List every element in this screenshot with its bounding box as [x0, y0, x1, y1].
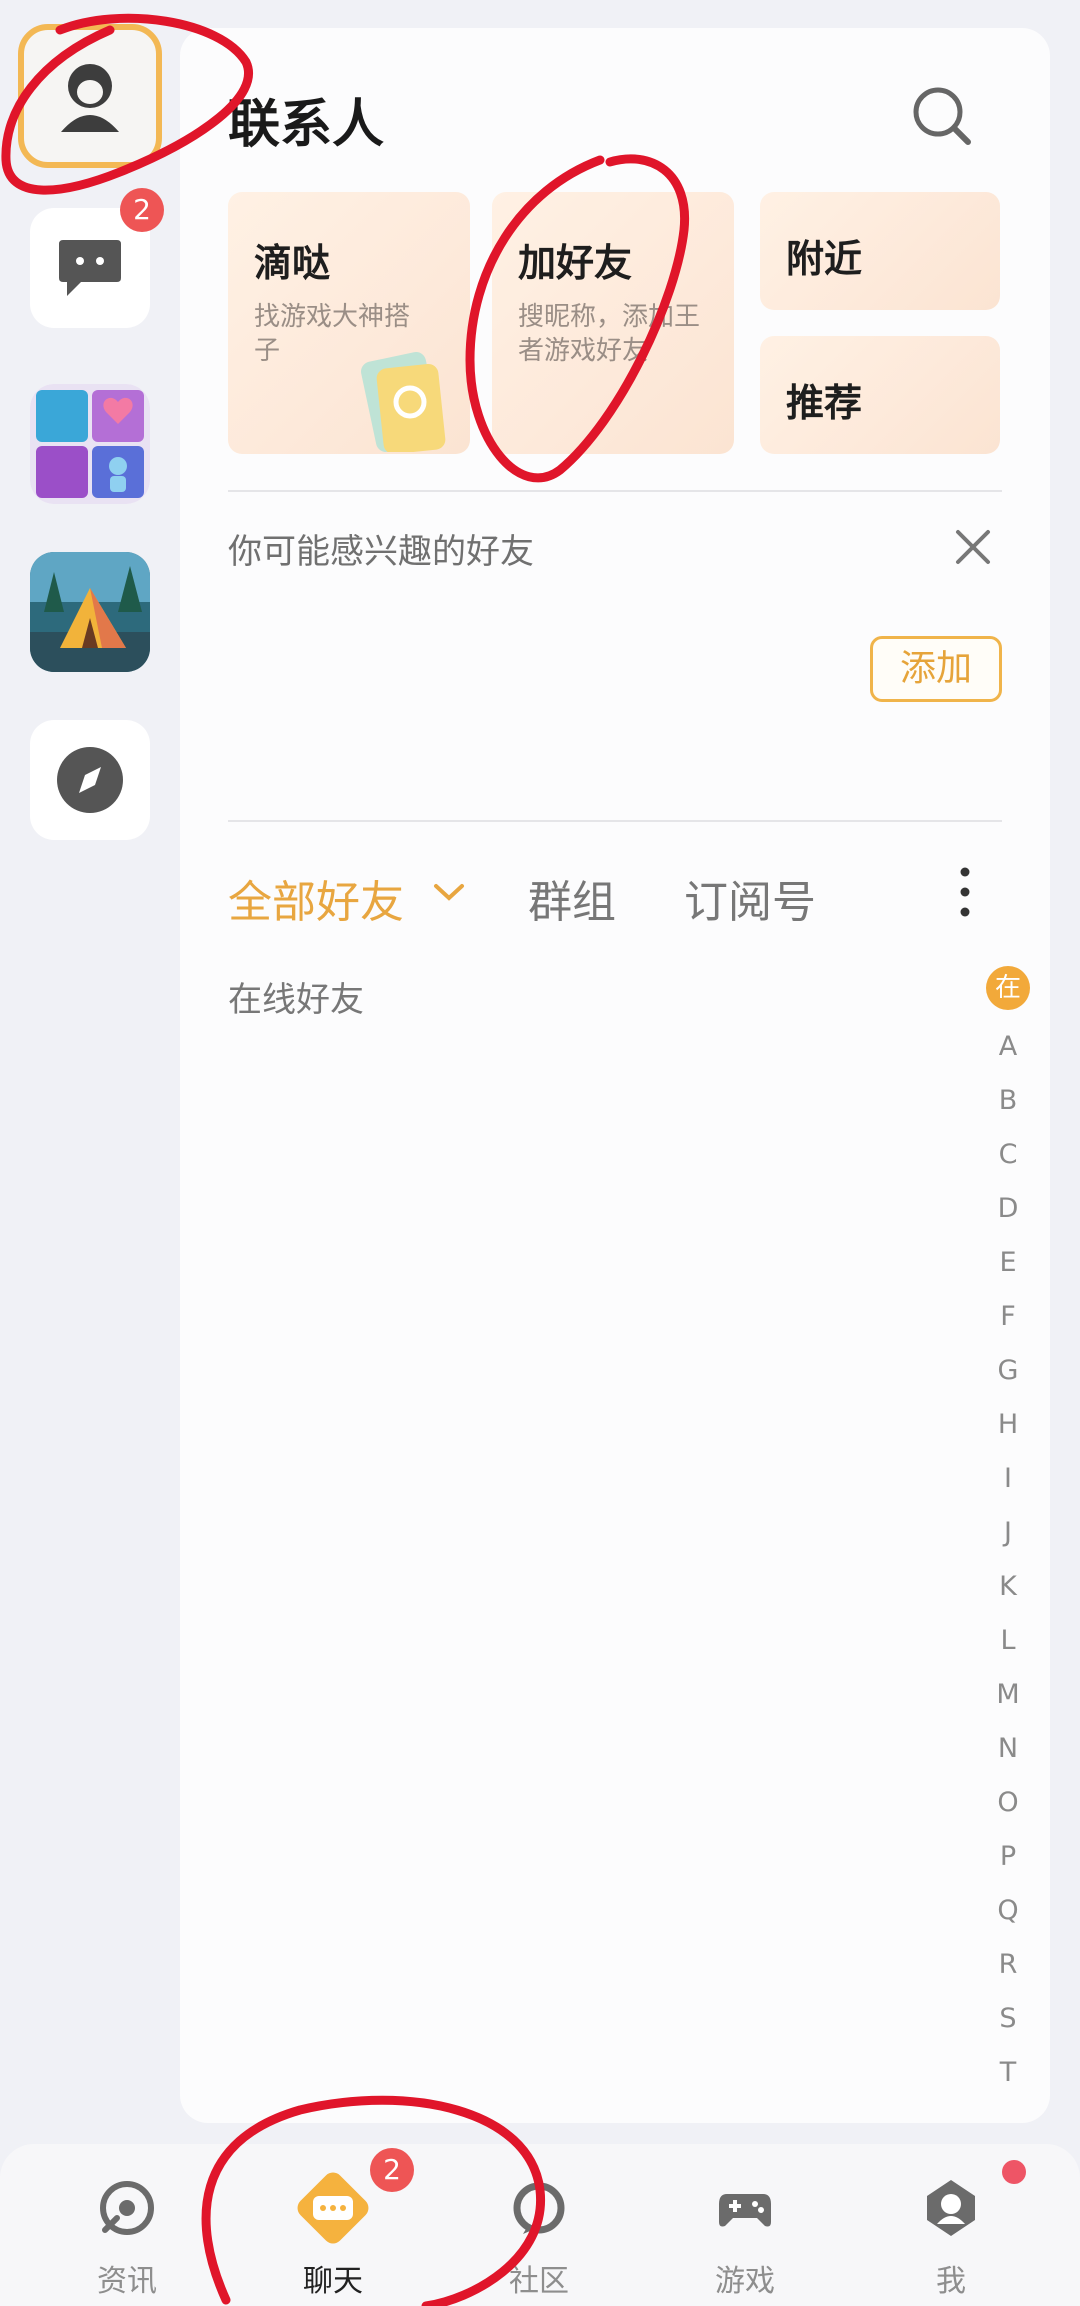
- tab-subscriptions[interactable]: 订阅号: [684, 866, 816, 930]
- person-icon: [61, 64, 119, 132]
- nearby-card-title: 附近: [786, 237, 863, 281]
- index-letter[interactable]: N: [986, 1722, 1030, 1776]
- bottom-navigation: 资讯 聊天 社区 游戏 我: [0, 2144, 1080, 2306]
- camp-game-icon: [30, 552, 150, 672]
- gamepad-icon: [719, 2194, 771, 2227]
- me-notification-dot: [1002, 2160, 1026, 2184]
- index-letter[interactable]: O: [986, 1776, 1030, 1830]
- tab-all-friends[interactable]: 全部好友: [228, 866, 404, 930]
- didi-card-title: 滴哒: [254, 241, 331, 285]
- index-letter-online[interactable]: 在: [986, 966, 1030, 1010]
- tab-groups[interactable]: 群组: [528, 866, 616, 930]
- divider: [228, 490, 1002, 492]
- index-letter[interactable]: M: [986, 1668, 1030, 1722]
- nav-community[interactable]: 社区: [459, 2160, 619, 2306]
- card-illustration-icon: [361, 352, 446, 452]
- close-icon[interactable]: [954, 528, 992, 566]
- index-letter[interactable]: C: [986, 1128, 1030, 1182]
- suggested-friends-label: 你可能感兴趣的好友: [228, 532, 534, 572]
- nav-community-label: 社区: [509, 2264, 569, 2299]
- puzzle-game-icon: [30, 384, 150, 504]
- news-icon: [100, 2181, 154, 2235]
- index-letter[interactable]: D: [986, 1182, 1030, 1236]
- add-friend-card-title: 加好友: [518, 241, 633, 285]
- puzzle-game-app-icon[interactable]: [30, 384, 150, 504]
- add-friend-card[interactable]: 加好友 搜昵称，添加王者游戏好友: [492, 192, 734, 454]
- camp-game-app-icon[interactable]: [30, 552, 150, 672]
- index-letter[interactable]: F: [986, 1290, 1030, 1344]
- chat-unread-badge: 2: [120, 188, 164, 232]
- divider: [228, 820, 1002, 822]
- add-suggested-friend-button[interactable]: 添加: [870, 636, 1002, 702]
- index-letter[interactable]: I: [986, 1452, 1030, 1506]
- index-letter[interactable]: B: [986, 1074, 1030, 1128]
- index-letter[interactable]: G: [986, 1344, 1030, 1398]
- index-letter[interactable]: A: [986, 1020, 1030, 1074]
- nav-chat-label: 聊天: [303, 2264, 363, 2299]
- nav-news[interactable]: 资讯: [47, 2160, 207, 2306]
- nearby-card[interactable]: 附近: [760, 192, 1000, 310]
- search-icon[interactable]: [906, 80, 978, 152]
- chat-bubble-icon: [59, 240, 121, 296]
- recommend-card[interactable]: 推荐: [760, 336, 1000, 454]
- didi-card[interactable]: 滴哒 找游戏大神搭子: [228, 192, 470, 454]
- page-title: 联系人: [228, 95, 385, 155]
- index-letter[interactable]: J: [986, 1506, 1030, 1560]
- add-friend-card-subtitle: 搜昵称，添加王者游戏好友: [518, 302, 701, 366]
- index-letter[interactable]: S: [986, 1992, 1030, 2046]
- index-letter[interactable]: R: [986, 1938, 1030, 1992]
- index-letter[interactable]: L: [986, 1614, 1030, 1668]
- more-options-icon[interactable]: [948, 862, 982, 922]
- profile-icon: [927, 2180, 975, 2236]
- recommend-card-title: 推荐: [786, 381, 863, 425]
- chat-icon: [297, 2172, 369, 2244]
- chat-nav-badge: 2: [370, 2148, 414, 2192]
- online-friends-label: 在线好友: [228, 980, 364, 1020]
- nav-news-label: 资讯: [97, 2264, 157, 2299]
- nav-me-label: 我: [936, 2264, 966, 2299]
- compass-icon: [57, 747, 123, 813]
- nav-games[interactable]: 游戏: [665, 2160, 825, 2306]
- nav-games-label: 游戏: [715, 2264, 775, 2299]
- rail-discover-button[interactable]: [30, 720, 150, 840]
- index-letter[interactable]: Q: [986, 1884, 1030, 1938]
- index-letter[interactable]: E: [986, 1236, 1030, 1290]
- alphabet-index[interactable]: 在 A B C D E F G H I J K L M N O P Q R S …: [986, 966, 1030, 2100]
- community-icon: [513, 2182, 565, 2234]
- index-letter[interactable]: T: [986, 2046, 1030, 2100]
- chevron-down-icon[interactable]: [432, 880, 466, 904]
- index-letter[interactable]: K: [986, 1560, 1030, 1614]
- rail-contacts-button[interactable]: [18, 24, 162, 168]
- index-letter[interactable]: P: [986, 1830, 1030, 1884]
- index-letter[interactable]: H: [986, 1398, 1030, 1452]
